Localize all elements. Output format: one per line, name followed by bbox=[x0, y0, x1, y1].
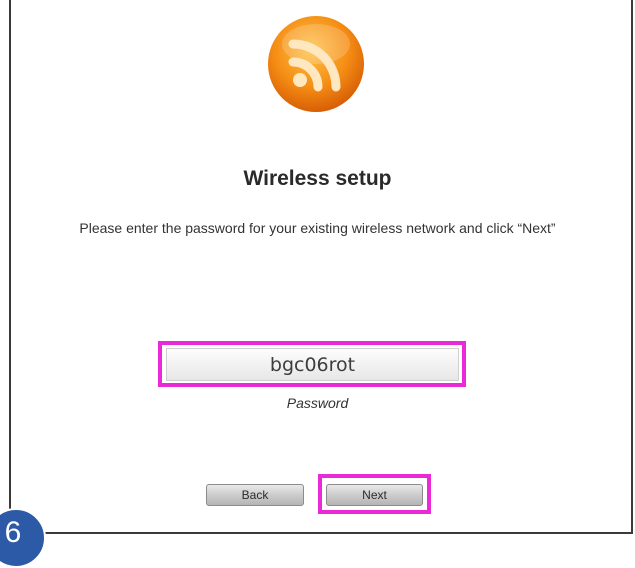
password-label: Password bbox=[286, 395, 349, 411]
step-number: 6 bbox=[4, 516, 22, 549]
next-button[interactable]: Next bbox=[326, 484, 423, 506]
rss-wifi-icon bbox=[268, 16, 364, 112]
password-value: bgc06rot bbox=[269, 353, 356, 376]
instruction-text: Please enter the password for your exist… bbox=[79, 220, 556, 236]
password-field[interactable]: bgc06rot bbox=[166, 348, 459, 381]
back-button[interactable]: Back bbox=[206, 484, 304, 506]
page-title: Wireless setup bbox=[243, 167, 392, 190]
